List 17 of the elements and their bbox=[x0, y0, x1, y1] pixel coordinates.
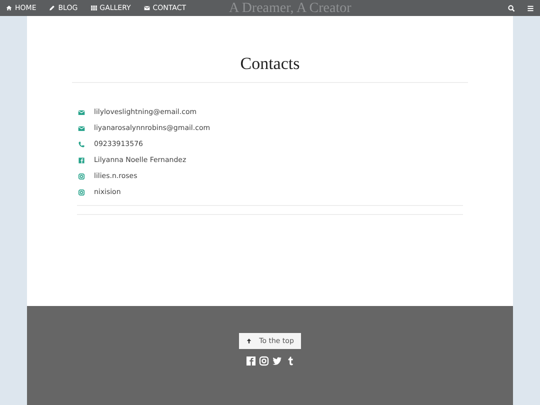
home-icon bbox=[6, 5, 12, 11]
bird-icon[interactable] bbox=[272, 356, 282, 366]
page-heading: Contacts bbox=[72, 54, 468, 83]
instagram-icon[interactable] bbox=[258, 356, 268, 366]
facebook-icon[interactable] bbox=[246, 356, 256, 366]
envelope-icon bbox=[78, 124, 85, 132]
grid-icon bbox=[90, 5, 97, 11]
instagram-icon bbox=[78, 188, 85, 196]
phone-icon bbox=[78, 140, 85, 148]
menu-icon[interactable] bbox=[527, 4, 534, 12]
envelope-icon bbox=[144, 5, 150, 11]
search-icon[interactable] bbox=[508, 4, 515, 12]
facebook-icon bbox=[78, 156, 85, 164]
pencil-icon bbox=[49, 5, 56, 11]
arrow-up-icon bbox=[246, 338, 252, 344]
envelope-icon bbox=[78, 108, 85, 116]
instagram-icon bbox=[78, 172, 85, 180]
